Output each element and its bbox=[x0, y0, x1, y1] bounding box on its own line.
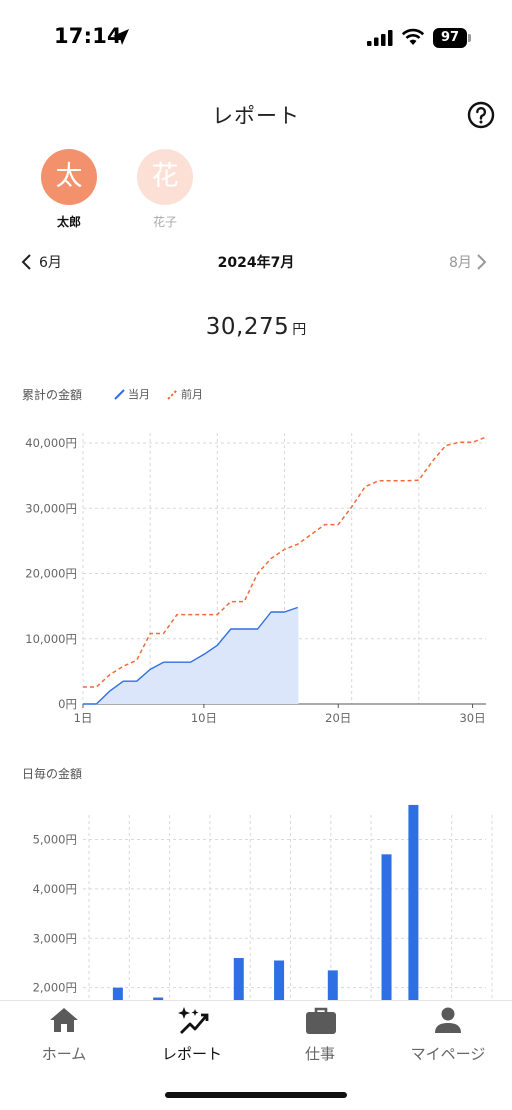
total-amount: 30,275 bbox=[205, 314, 290, 340]
daily-bar bbox=[408, 804, 419, 1000]
x-tick-label: 30日 bbox=[459, 711, 485, 725]
battery-indicator: 97 bbox=[433, 28, 467, 48]
next-month-link[interactable]: 8月 bbox=[449, 252, 472, 272]
tab-label: 仕事 bbox=[304, 1045, 335, 1063]
chevron-right-icon[interactable] bbox=[476, 253, 488, 271]
location-arrow-icon bbox=[113, 29, 129, 45]
tab-label: レポート bbox=[161, 1045, 222, 1063]
y-tick-label: 3,000円 bbox=[33, 931, 77, 945]
y-tick-label: 4,000円 bbox=[33, 882, 77, 896]
daily-bar bbox=[381, 854, 392, 1000]
avatar: 花 bbox=[137, 149, 193, 205]
briefcase-icon bbox=[306, 1007, 336, 1034]
cumulative-line-chart: 0円 10,000円 20,000円 30,000円 40,000円 1日 10日 20日 30… bbox=[25, 433, 487, 725]
y-tick-label: 20,000円 bbox=[25, 567, 77, 581]
tab-label: ホーム bbox=[41, 1045, 87, 1063]
person-icon bbox=[435, 1007, 461, 1033]
series-area-current bbox=[83, 607, 298, 704]
user-name: 花子 bbox=[152, 215, 177, 229]
x-tick-label: 1日 bbox=[74, 711, 93, 725]
y-tick-label: 5,000円 bbox=[33, 833, 77, 847]
status-bar: 17:14 97 bbox=[0, 0, 512, 76]
y-tick-label: 2,000円 bbox=[33, 981, 77, 995]
daily-title: 日毎の金額 bbox=[22, 767, 83, 781]
daily-bar bbox=[327, 970, 338, 1000]
current-month: 2024年7月 bbox=[217, 255, 295, 271]
daily-bar bbox=[112, 987, 123, 1000]
battery-tip bbox=[468, 34, 471, 42]
user-name: 太郎 bbox=[56, 215, 81, 229]
cellular-signal-icon bbox=[367, 30, 393, 46]
daily-bar bbox=[274, 960, 285, 1000]
user-hanako[interactable]: 花 花子 bbox=[125, 149, 205, 230]
y-tick-label: 10,000円 bbox=[25, 632, 77, 646]
home-icon bbox=[50, 1008, 78, 1032]
x-tick-label: 10日 bbox=[191, 711, 217, 725]
tab-work[interactable]: 仕事 bbox=[256, 1001, 384, 1071]
user-taro[interactable]: 太 太郎 bbox=[29, 149, 109, 230]
tab-label: マイページ bbox=[410, 1045, 486, 1063]
help-icon[interactable] bbox=[467, 101, 495, 129]
y-tick-label: 30,000円 bbox=[25, 501, 77, 515]
sparkle-chart-icon bbox=[178, 1007, 209, 1034]
y-tick-label: 40,000円 bbox=[25, 436, 77, 450]
monthly-total: 30,275 円 bbox=[0, 314, 512, 340]
tab-home[interactable]: ホーム bbox=[0, 1001, 128, 1071]
avatar: 太 bbox=[41, 149, 97, 205]
page-title: レポート bbox=[212, 104, 300, 128]
wifi-icon bbox=[401, 28, 425, 45]
total-unit: 円 bbox=[292, 322, 307, 338]
home-indicator bbox=[165, 1092, 347, 1098]
daily-bar-chart: 2,000円 3,000円 4,000円 5,000円 bbox=[33, 804, 493, 1000]
tab-report[interactable]: レポート bbox=[128, 1001, 256, 1071]
daily-bar bbox=[233, 958, 244, 1000]
x-tick-label: 20日 bbox=[325, 711, 351, 725]
tab-mypage[interactable]: マイページ bbox=[384, 1001, 512, 1071]
y-tick-label: 0円 bbox=[58, 697, 77, 711]
